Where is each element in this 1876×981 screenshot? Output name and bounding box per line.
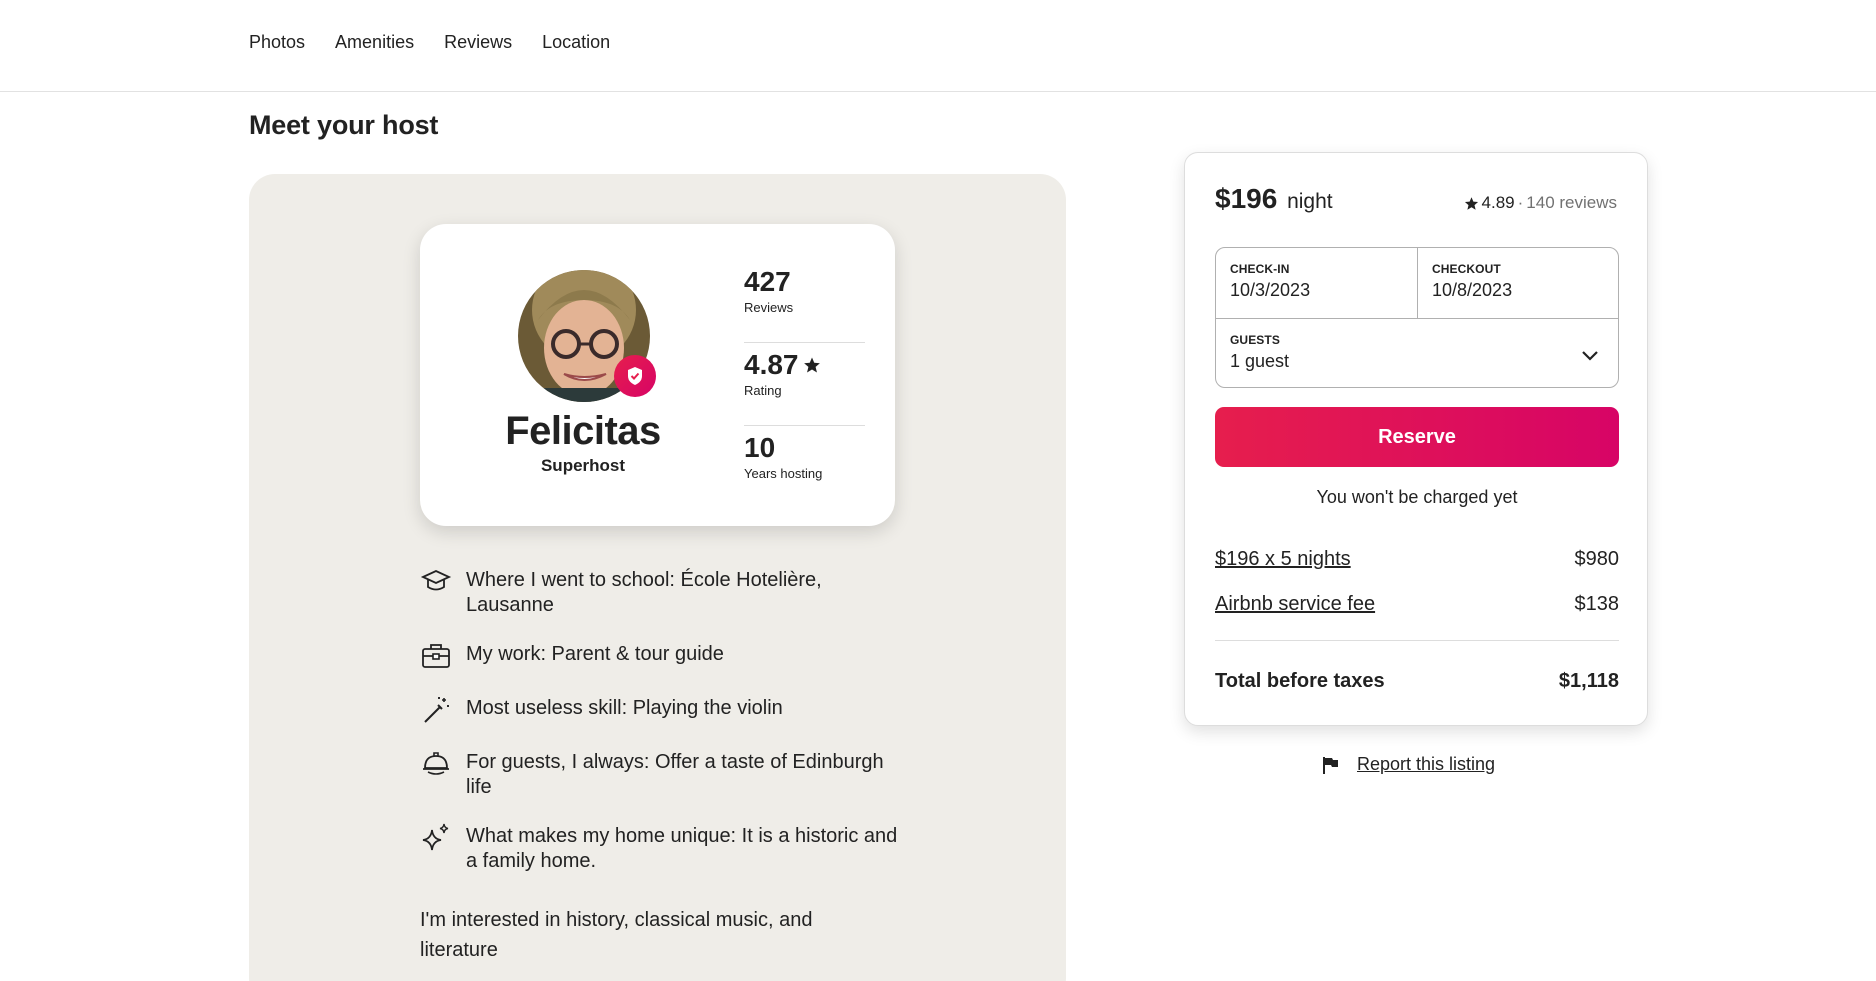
host-panel: Felicitas Superhost 427 Reviews 4.87 Rat…	[249, 174, 1066, 981]
guests-label: GUESTS	[1230, 333, 1280, 347]
price-line-fee: Airbnb service fee $138	[1215, 593, 1619, 616]
rating-value: 4.89	[1481, 193, 1515, 212]
reviews-link[interactable]: 140 reviews	[1526, 193, 1617, 213]
stat-value: 427	[744, 266, 791, 297]
price-unit: night	[1287, 190, 1333, 213]
nightly-price: $196 night	[1215, 183, 1333, 215]
stat-rating: 4.87 Rating	[744, 343, 865, 426]
checkin-value: 10/3/2023	[1230, 280, 1311, 300]
briefcase-icon	[422, 644, 450, 668]
checkout-label: CHECKOUT	[1432, 262, 1501, 276]
fact-work: My work: Parent & tour guide	[420, 640, 900, 672]
listing-rating: 4.89 · 140 reviews	[1464, 193, 1617, 213]
star-icon	[803, 357, 820, 373]
checkin-label: CHECK-IN	[1230, 262, 1290, 276]
booking-card: $196 night 4.89 · 140 reviews CHECK-IN 1…	[1184, 152, 1648, 726]
stat-label: Reviews	[744, 300, 794, 315]
guests-select[interactable]: GUESTS 1 guest	[1216, 318, 1618, 388]
total-line: Total before taxes $1,118	[1215, 670, 1619, 693]
fact-unique: What makes my home unique: It is a histo…	[420, 822, 900, 874]
rating-dot: ·	[1517, 193, 1524, 212]
fact-text: Where I went to school: École Hotelière,…	[466, 569, 822, 616]
total-amount: $1,118	[1558, 670, 1619, 692]
fact-text: Most useless skill: Playing the violin	[466, 697, 783, 719]
checkout-value: 10/8/2023	[1432, 280, 1513, 300]
stat-years: 10 Years hosting	[744, 426, 865, 509]
charge-note: You won't be charged yet	[1316, 487, 1518, 507]
fact-school: Where I went to school: École Hotelière,…	[420, 566, 900, 618]
cloche-icon	[423, 752, 449, 775]
section-title: Meet your host	[249, 110, 439, 140]
fact-text: For guests, I always: Offer a taste of E…	[466, 751, 884, 798]
fact-text: My work: Parent & tour guide	[466, 643, 724, 665]
nav-link-photos[interactable]: Photos	[249, 28, 305, 56]
stat-label: Rating	[744, 383, 782, 398]
divider	[1215, 640, 1619, 641]
price-line-label[interactable]: $196 x 5 nights	[1215, 548, 1351, 571]
report-listing[interactable]: Report this listing	[1321, 754, 1495, 775]
price-line-amount: $138	[1574, 593, 1620, 615]
price-amount: $196	[1215, 183, 1278, 214]
host-card[interactable]: Felicitas Superhost 427 Reviews 4.87 Rat…	[420, 224, 895, 526]
fact-guests: For guests, I always: Offer a taste of E…	[420, 748, 900, 800]
host-name: Felicitas	[505, 409, 661, 453]
total-label: Total before taxes	[1215, 670, 1385, 692]
guests-value: 1 guest	[1230, 351, 1290, 371]
chevron-down-icon	[1582, 351, 1598, 361]
stat-reviews: 427 Reviews	[744, 260, 865, 343]
graduation-cap-icon	[420, 570, 452, 591]
host-about: I'm interested in history, classical mus…	[420, 909, 813, 961]
superhost-badge-icon	[614, 355, 656, 397]
magic-wand-icon	[424, 697, 449, 723]
top-nav: Photos Amenities Reviews Location	[0, 0, 1876, 92]
host-stats: 427 Reviews 4.87 Rating 10 Years hosting	[744, 260, 865, 509]
stat-label: Years hosting	[744, 466, 823, 481]
checkout-field[interactable]: CHECKOUT 10/8/2023	[1418, 248, 1620, 318]
stat-value: 10	[744, 432, 776, 463]
price-line-amount: $980	[1574, 548, 1620, 570]
date-guest-picker: CHECK-IN 10/3/2023 CHECKOUT 10/8/2023 GU…	[1215, 247, 1619, 388]
flag-icon	[1323, 756, 1338, 774]
checkin-field[interactable]: CHECK-IN 10/3/2023	[1216, 248, 1418, 318]
host-facts: Where I went to school: École Hotelière,…	[420, 566, 900, 896]
nav-link-location[interactable]: Location	[542, 28, 610, 56]
fact-text: What makes my home unique: It is a histo…	[466, 825, 898, 872]
price-line-label[interactable]: Airbnb service fee	[1215, 593, 1375, 616]
host-role: Superhost	[540, 456, 626, 475]
sparkles-icon	[422, 823, 449, 851]
nav-link-amenities[interactable]: Amenities	[335, 28, 414, 56]
reserve-button[interactable]: Reserve	[1215, 407, 1619, 467]
section-nav: Photos Amenities Reviews Location	[249, 28, 640, 56]
nav-link-reviews[interactable]: Reviews	[444, 28, 512, 56]
price-line-nights: $196 x 5 nights $980	[1215, 548, 1619, 571]
report-link[interactable]: Report this listing	[1357, 754, 1495, 775]
fact-skill: Most useless skill: Playing the violin	[420, 694, 900, 726]
star-icon	[1464, 196, 1478, 210]
stat-value: 4.87	[744, 349, 799, 380]
